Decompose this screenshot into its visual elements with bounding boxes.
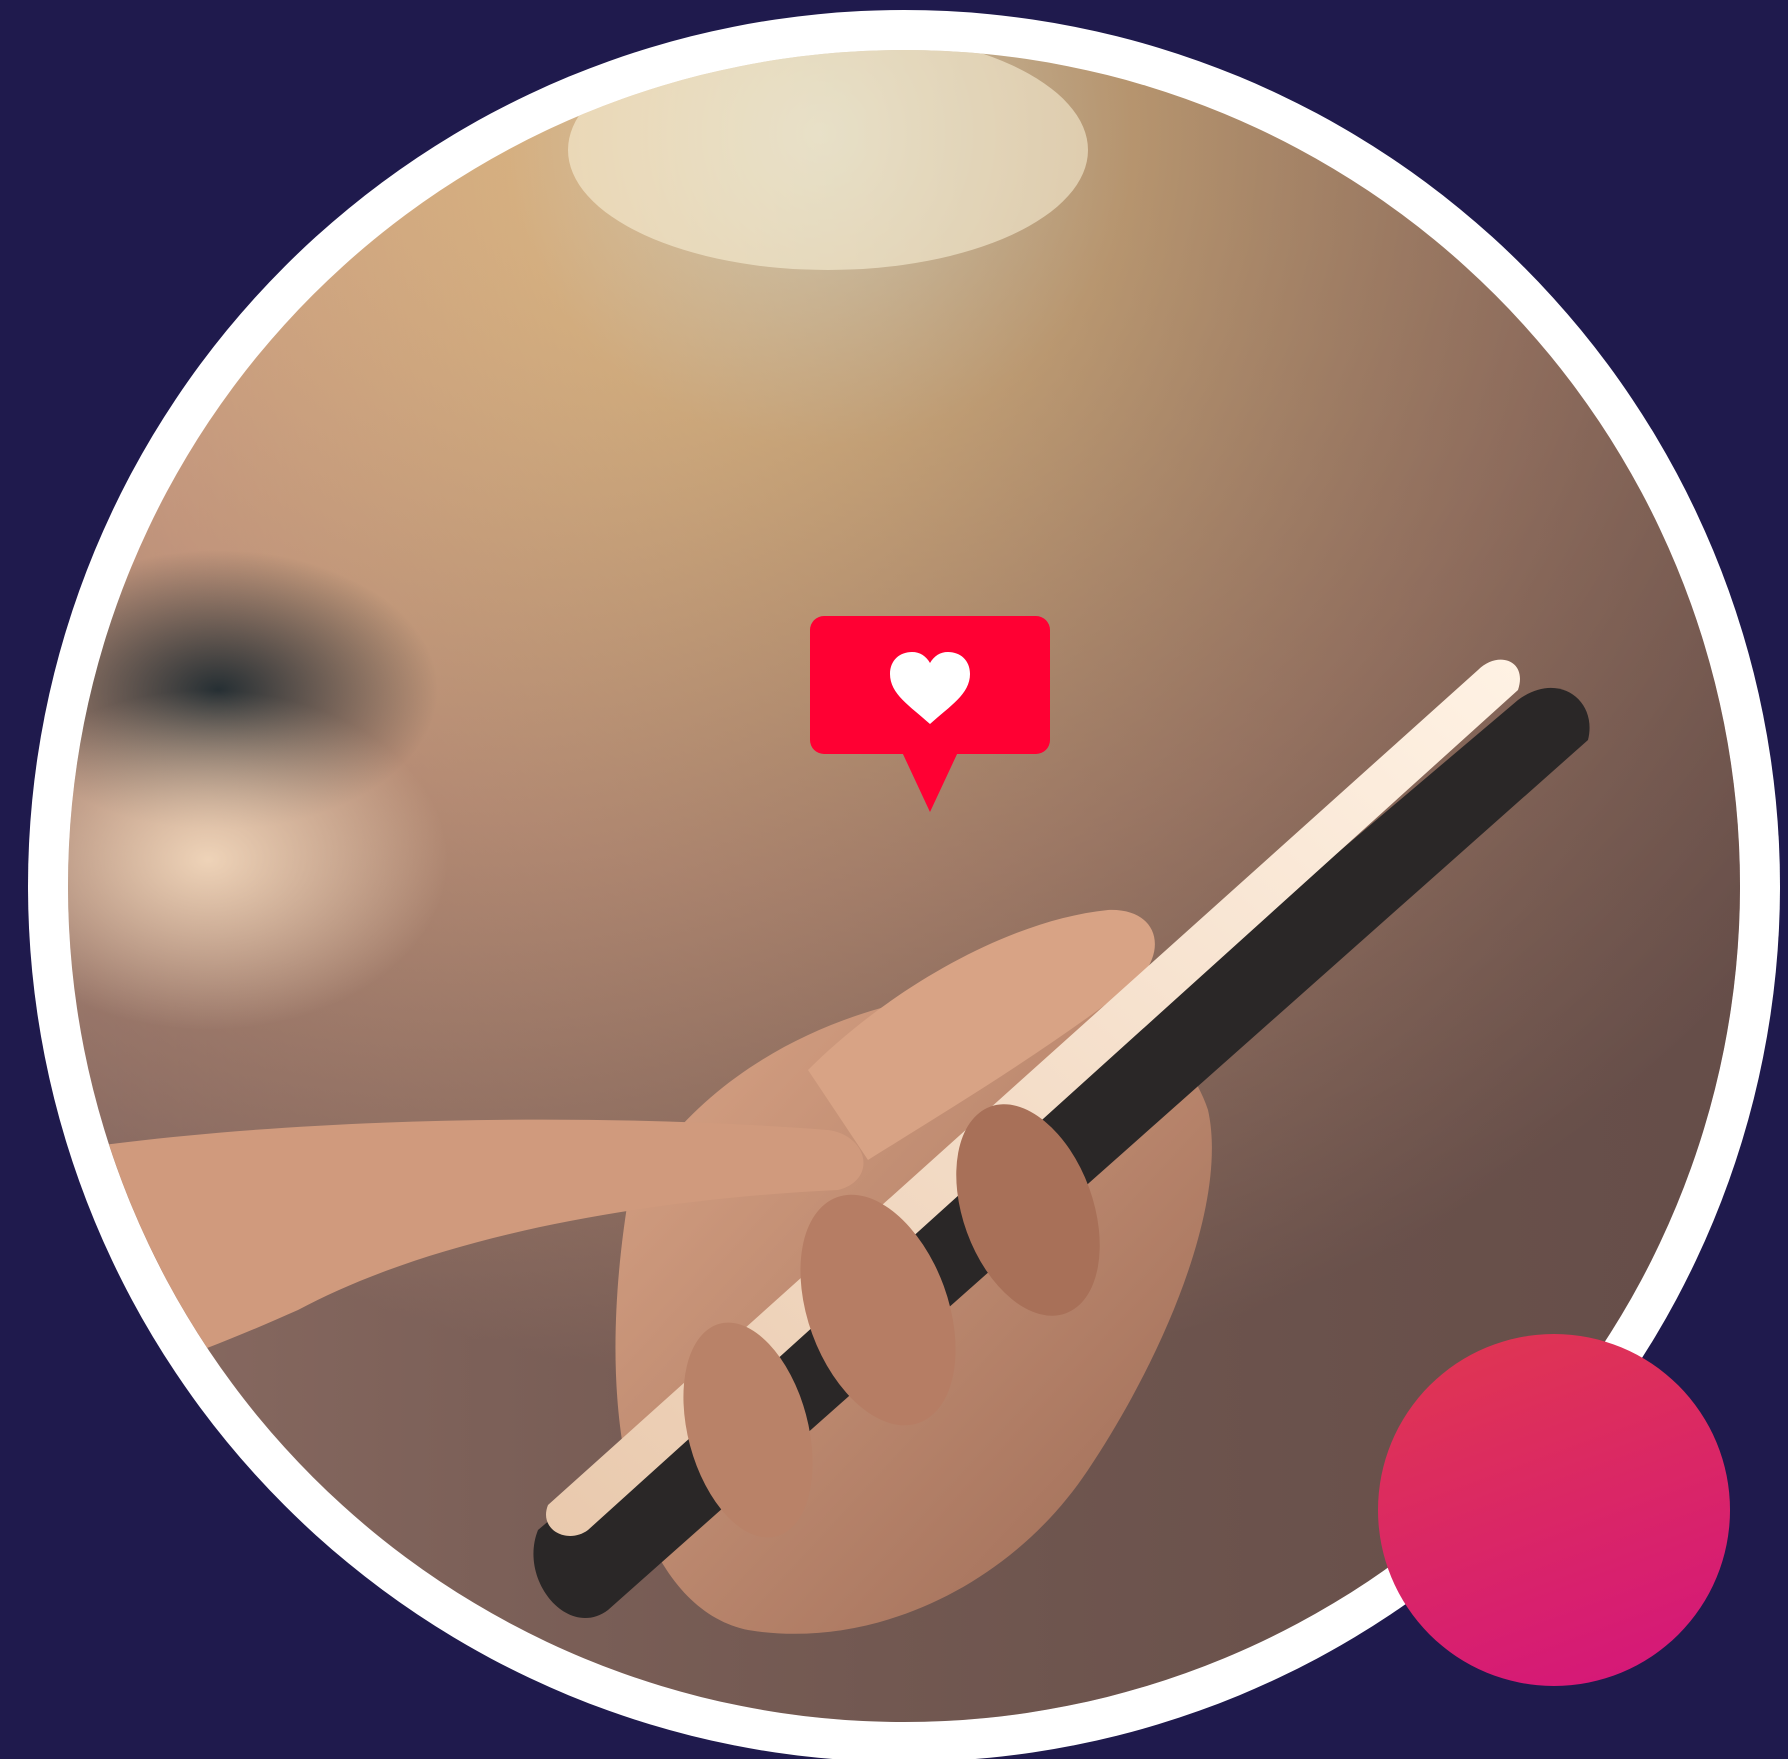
hero-illustration: [0, 0, 1788, 1759]
accent-circle: [1378, 1334, 1730, 1686]
like-notification: [810, 616, 1050, 812]
heart-notification-icon: [810, 616, 1050, 812]
badge-pointer: [902, 752, 958, 812]
